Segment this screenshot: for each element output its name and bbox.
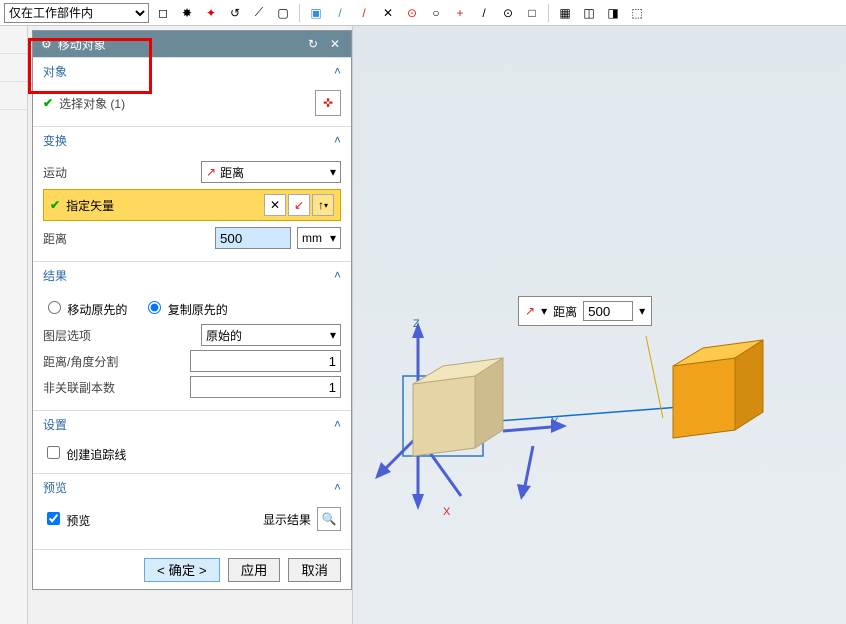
toolbar-icon-13[interactable]: +	[450, 3, 470, 23]
chevron-up-icon: ˄	[334, 133, 341, 147]
toolbar-icon-5[interactable]: ⟋	[249, 3, 269, 23]
toolbar-icon-20[interactable]: ⬚	[627, 3, 647, 23]
toolbar-icon-10[interactable]: ✕	[378, 3, 398, 23]
separator	[299, 4, 300, 22]
scope-filter-dropdown[interactable]: 仅在工作部件内	[4, 3, 149, 23]
layer-option-dropdown[interactable]: 原始的 ▾	[201, 324, 341, 346]
toolbar-icon-17[interactable]: ▦	[555, 3, 575, 23]
show-result-label: 显示结果	[263, 511, 311, 528]
distance-label: 距离	[43, 230, 209, 247]
section-settings-header[interactable]: 设置 ˄	[33, 411, 351, 437]
chevron-up-icon: ˄	[334, 64, 341, 78]
checkmark-icon: ✔	[50, 198, 60, 212]
chevron-up-icon: ˄	[334, 268, 341, 282]
toolbar-icon-19[interactable]: ◨	[603, 3, 623, 23]
left-tab-1[interactable]	[0, 26, 27, 54]
chevron-up-icon: ˄	[334, 480, 341, 494]
layer-option-label: 图层选项	[43, 327, 195, 344]
motion-dropdown[interactable]: ↗ 距离 ▾	[201, 161, 341, 183]
distance-input[interactable]	[215, 227, 291, 249]
ok-button[interactable]: < 确定 >	[144, 558, 220, 582]
toolbar-icon-6[interactable]: ▢	[273, 3, 293, 23]
division-input[interactable]	[190, 350, 341, 372]
trace-checkbox[interactable]: 创建追踪线	[43, 448, 126, 462]
axis-z-label: Z	[413, 318, 420, 330]
axis-y-label: Y	[551, 416, 558, 428]
section-result-header[interactable]: 结果 ˄	[33, 262, 351, 288]
show-result-button[interactable]: 🔍	[317, 507, 341, 531]
caret-down-icon: ▾	[330, 328, 336, 342]
division-label: 距离/角度分割	[43, 353, 184, 370]
radio-copy-original[interactable]: 复制原先的	[143, 298, 227, 318]
toolbar-icon-9[interactable]: /	[354, 3, 374, 23]
copies-label: 非关联副本数	[43, 379, 184, 396]
section-objects-header[interactable]: 对象 ˄	[33, 58, 351, 84]
preview-checkbox[interactable]: 预览	[43, 509, 90, 529]
toolbar-icon-3[interactable]: ✦	[201, 3, 221, 23]
separator	[548, 4, 549, 22]
toolbar-icon-14[interactable]: /	[474, 3, 494, 23]
motion-label: 运动	[43, 164, 195, 181]
vector-pick-button[interactable]: ✕	[264, 194, 286, 216]
scene-svg	[353, 26, 846, 624]
close-icon[interactable]: ✕	[327, 37, 343, 51]
toolbar-icon-18[interactable]: ◫	[579, 3, 599, 23]
left-tab-2[interactable]	[0, 54, 27, 82]
toolbar-icon-11[interactable]: ⊙	[402, 3, 422, 23]
axis-x-label: X	[443, 506, 450, 518]
radio-move-original[interactable]: 移动原先的	[43, 298, 127, 318]
toolbar-icon-15[interactable]: ⊙	[498, 3, 518, 23]
select-object-label: 选择对象 (1)	[59, 95, 309, 112]
copies-input[interactable]	[190, 376, 341, 398]
toolbar-icon-8[interactable]: /	[330, 3, 350, 23]
chevron-up-icon: ˄	[334, 417, 341, 431]
toolbar-icon-4[interactable]: ↺	[225, 3, 245, 23]
gear-icon: ⚙	[41, 37, 52, 51]
distance-arrow-icon: ↗	[206, 165, 216, 179]
section-transform-header[interactable]: 变换 ˄	[33, 127, 351, 153]
left-tab-3[interactable]	[0, 82, 27, 110]
3d-viewport[interactable]: ↗▾ 距离 ▾ Z	[352, 26, 846, 624]
specify-vector-label: 指定矢量	[66, 197, 114, 214]
checkmark-icon: ✔	[43, 96, 53, 110]
unit-dropdown[interactable]: mm ▾	[297, 227, 341, 249]
panel-title: 移动对象	[58, 36, 299, 53]
caret-down-icon: ▾	[330, 231, 336, 245]
cancel-button[interactable]: 取消	[288, 558, 341, 582]
toolbar-icon-12[interactable]: ○	[426, 3, 446, 23]
apply-button[interactable]: 应用	[228, 558, 281, 582]
select-target-button[interactable]: ✜	[315, 90, 341, 116]
toolbar-icon-1[interactable]: ◻	[153, 3, 173, 23]
vector-menu-button[interactable]: ↑▾	[312, 194, 334, 216]
toolbar-icon-2[interactable]: ✸	[177, 3, 197, 23]
move-object-panel: ⚙ 移动对象 ↻ ✕ 对象 ˄ ✔ 选择对象 (1) ✜ 变换 ˄	[32, 30, 352, 590]
section-preview-header[interactable]: 预览 ˄	[33, 474, 351, 500]
vector-axes-button[interactable]: ↙	[288, 194, 310, 216]
toolbar-cube-icon[interactable]: ▣	[306, 3, 326, 23]
toolbar-icon-16[interactable]: □	[522, 3, 542, 23]
caret-down-icon: ▾	[330, 165, 336, 179]
refresh-icon[interactable]: ↻	[305, 37, 321, 51]
